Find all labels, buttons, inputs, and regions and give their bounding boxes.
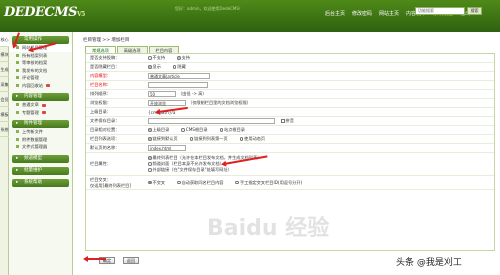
sidebar-section-content[interactable]: 内容管理 [12,93,69,101]
label-list-option: 栏目列表选项： [90,136,120,141]
pinyin-checkbox[interactable]: 拼音 [281,118,294,124]
sidebar-section-common[interactable]: 常用操作 [12,36,69,44]
row-name: 栏目名称： [86,81,494,90]
label-model: 内容模型： [90,73,111,78]
label-dir-position: 目录相对位置： [90,127,120,132]
row-hidden: 是否隐藏栏目： 显示 隐藏 [86,63,494,72]
label-order: 排列顺序： [90,91,111,96]
row-submission: 是否支持投稿： 不支持 支持 [86,54,494,63]
sidebar: 常用操作 网站栏目管理 所有档案列表 等审核的档案 我发布的文档 评论管理 内容… [9,32,73,275]
form-tabs: 常规选项 高级选项 栏目内容 [85,46,180,53]
sidebar-item-recycle[interactable]: 内容回收站 [9,82,72,90]
permission-select[interactable]: 开放浏览 [148,100,186,106]
sidebar-section-attach[interactable]: 附件管理 [12,120,69,128]
nav-home[interactable]: 后台主页 [325,10,345,17]
nav-password[interactable]: 修改密码 [352,10,372,17]
permission-hint: （仅限制栏目里的文档浏览权限） [188,100,251,105]
sidebar-item-attach-data[interactable]: 附件数据管理 [9,136,72,144]
vtab-core[interactable]: 核心 [0,32,9,47]
tab-general[interactable]: 常规选项 [85,46,116,53]
vtab-template[interactable]: 模板 [0,107,9,122]
radio-manual-cross[interactable]: 手工指定交叉栏目ID(用逗号分开) [235,180,302,186]
sidebar-section-batch[interactable]: 批量维护 [12,166,69,175]
annotation-arrow [83,256,106,261]
radio-parent-dir[interactable]: 上级目录 [148,127,169,133]
radio-no-cross[interactable]: 不交叉 [148,180,165,186]
label-save-dir: 文件保存目录： [90,118,120,123]
tab-advanced[interactable]: 高级选项 [116,46,148,53]
vtab-system[interactable]: 系统 [0,122,9,137]
sidebar-section-help[interactable]: 系统帮助 [12,178,69,187]
row-model: 内容模型： 普通文章|article [86,72,494,81]
logo: DEDECMSV5 [4,5,85,20]
vtab-generate[interactable]: 生成 [0,62,9,77]
radio-auto-cross[interactable]: 自动获取同名栏目内容 [177,180,223,186]
sidebar-section-models[interactable]: 频道模型 [12,154,69,163]
radio-site-root[interactable]: 站点根目录 [219,127,245,133]
search-input[interactable]: 功能搜索 [415,7,465,15]
row-list-option: 栏目列表选项： 链接到默认页 链接到列表第一页 使用动态页 [86,135,494,144]
vtab-module[interactable]: 模块 [0,47,9,62]
label-default-page: 默认页的名称： [90,145,120,150]
label-cross: 栏目交叉： 仅适用[最终列表栏目] [90,176,131,188]
sidebar-item-upload[interactable]: 上传新文件 [9,128,72,136]
add-icon [41,103,46,107]
row-parent: 上级目录： {cmspath}/a [86,108,494,117]
row-order: 排列顺序： 50 （由低 -> 高） [86,90,494,99]
row-column-attr: 栏目属性： 最终列表栏目（允许在本栏目发布文档，并生成文档列表） 频道封面（栏目… [86,153,494,176]
label-permission: 浏览权限： [90,100,111,105]
breadcrumb: 栏目管理 >> 增加栏目 [83,38,130,43]
recycle-icon [45,84,50,87]
vtab-collect[interactable]: 采集 [0,77,9,92]
top-header: DEDECMSV5 您好：admin，欢迎使用DedeCMS！ 后台主页 修改密… [0,0,500,32]
order-hint: （由低 -> 高） [178,91,207,96]
radio-hide[interactable]: 隐藏 [172,64,186,70]
radio-dynamic-page[interactable]: 使用动态页 [239,136,265,142]
nav-site[interactable]: 网站主页 [379,10,399,17]
default-page-input[interactable]: index.html [148,145,186,151]
row-permission: 浏览权限： 开放浏览 （仅限制栏目里的文档浏览权限） [86,99,494,108]
sidebar-item-comments[interactable]: 评论管理 [9,74,72,82]
sidebar-item-pending[interactable]: 等审核的档案 [9,59,72,67]
radio-first-page[interactable]: 链接到列表第一页 [189,136,228,142]
sidebar-item-my-docs[interactable]: 我发布的文档 [9,67,72,75]
label-name: 栏目名称： [90,82,111,87]
label-submission: 是否支持投稿： [90,55,120,60]
sidebar-item-topic[interactable]: 专题管理 [9,109,72,117]
model-select[interactable]: 普通文章|article [148,73,210,79]
column-name-input[interactable] [148,82,208,88]
radio-submit[interactable]: 支持 [177,55,190,61]
radio-external-link[interactable]: 外部链接（在"文件保存目录"处填写网址） [148,167,232,173]
radio-cms-root[interactable]: CMS根目录 [181,127,208,133]
radio-show[interactable]: 显示 [148,64,161,70]
label-hidden: 是否隐藏栏目： [90,64,120,69]
sidebar-item-article[interactable]: 普通文章 [9,101,72,109]
vertical-tabs: 核心 模块 生成 采集 会员 模板 系统 [0,32,9,275]
label-column-attr: 栏目属性： [90,161,111,166]
welcome-text: 您好：admin，欢迎使用DedeCMS！ [175,6,243,11]
sidebar-item-all-docs[interactable]: 所有档案列表 [9,52,72,60]
vtab-member[interactable]: 会员 [0,92,9,107]
add-icon [41,111,46,114]
radio-no-submit[interactable]: 不支持 [148,55,165,61]
source-watermark: 头条 @我是刈工 [396,258,462,268]
watermark: Baidu 经验 [207,216,330,241]
label-parent: 上级目录： [90,109,111,114]
sidebar-item-file-manager[interactable]: 文件式管理器 [9,143,72,151]
tab-content[interactable]: 栏目内容 [148,46,180,53]
back-button[interactable]: 返回 [123,257,139,264]
save-dir-input[interactable] [148,118,275,124]
search-button[interactable]: 搜索 [467,7,482,15]
radio-default-page[interactable]: 链接到默认页 [148,136,178,142]
row-dir-position: 目录相对位置： 上级目录 CMS根目录 站点根目录 [86,126,494,135]
row-default-page: 默认页的名称： index.html [86,144,494,153]
order-input[interactable]: 50 [148,91,176,97]
row-save-dir: 文件保存目录： 拼音 [86,117,494,126]
row-cross: 栏目交叉： 仅适用[最终列表栏目] 不交叉 自动获取同名栏目内容 手工指定交叉栏目… [86,176,494,190]
